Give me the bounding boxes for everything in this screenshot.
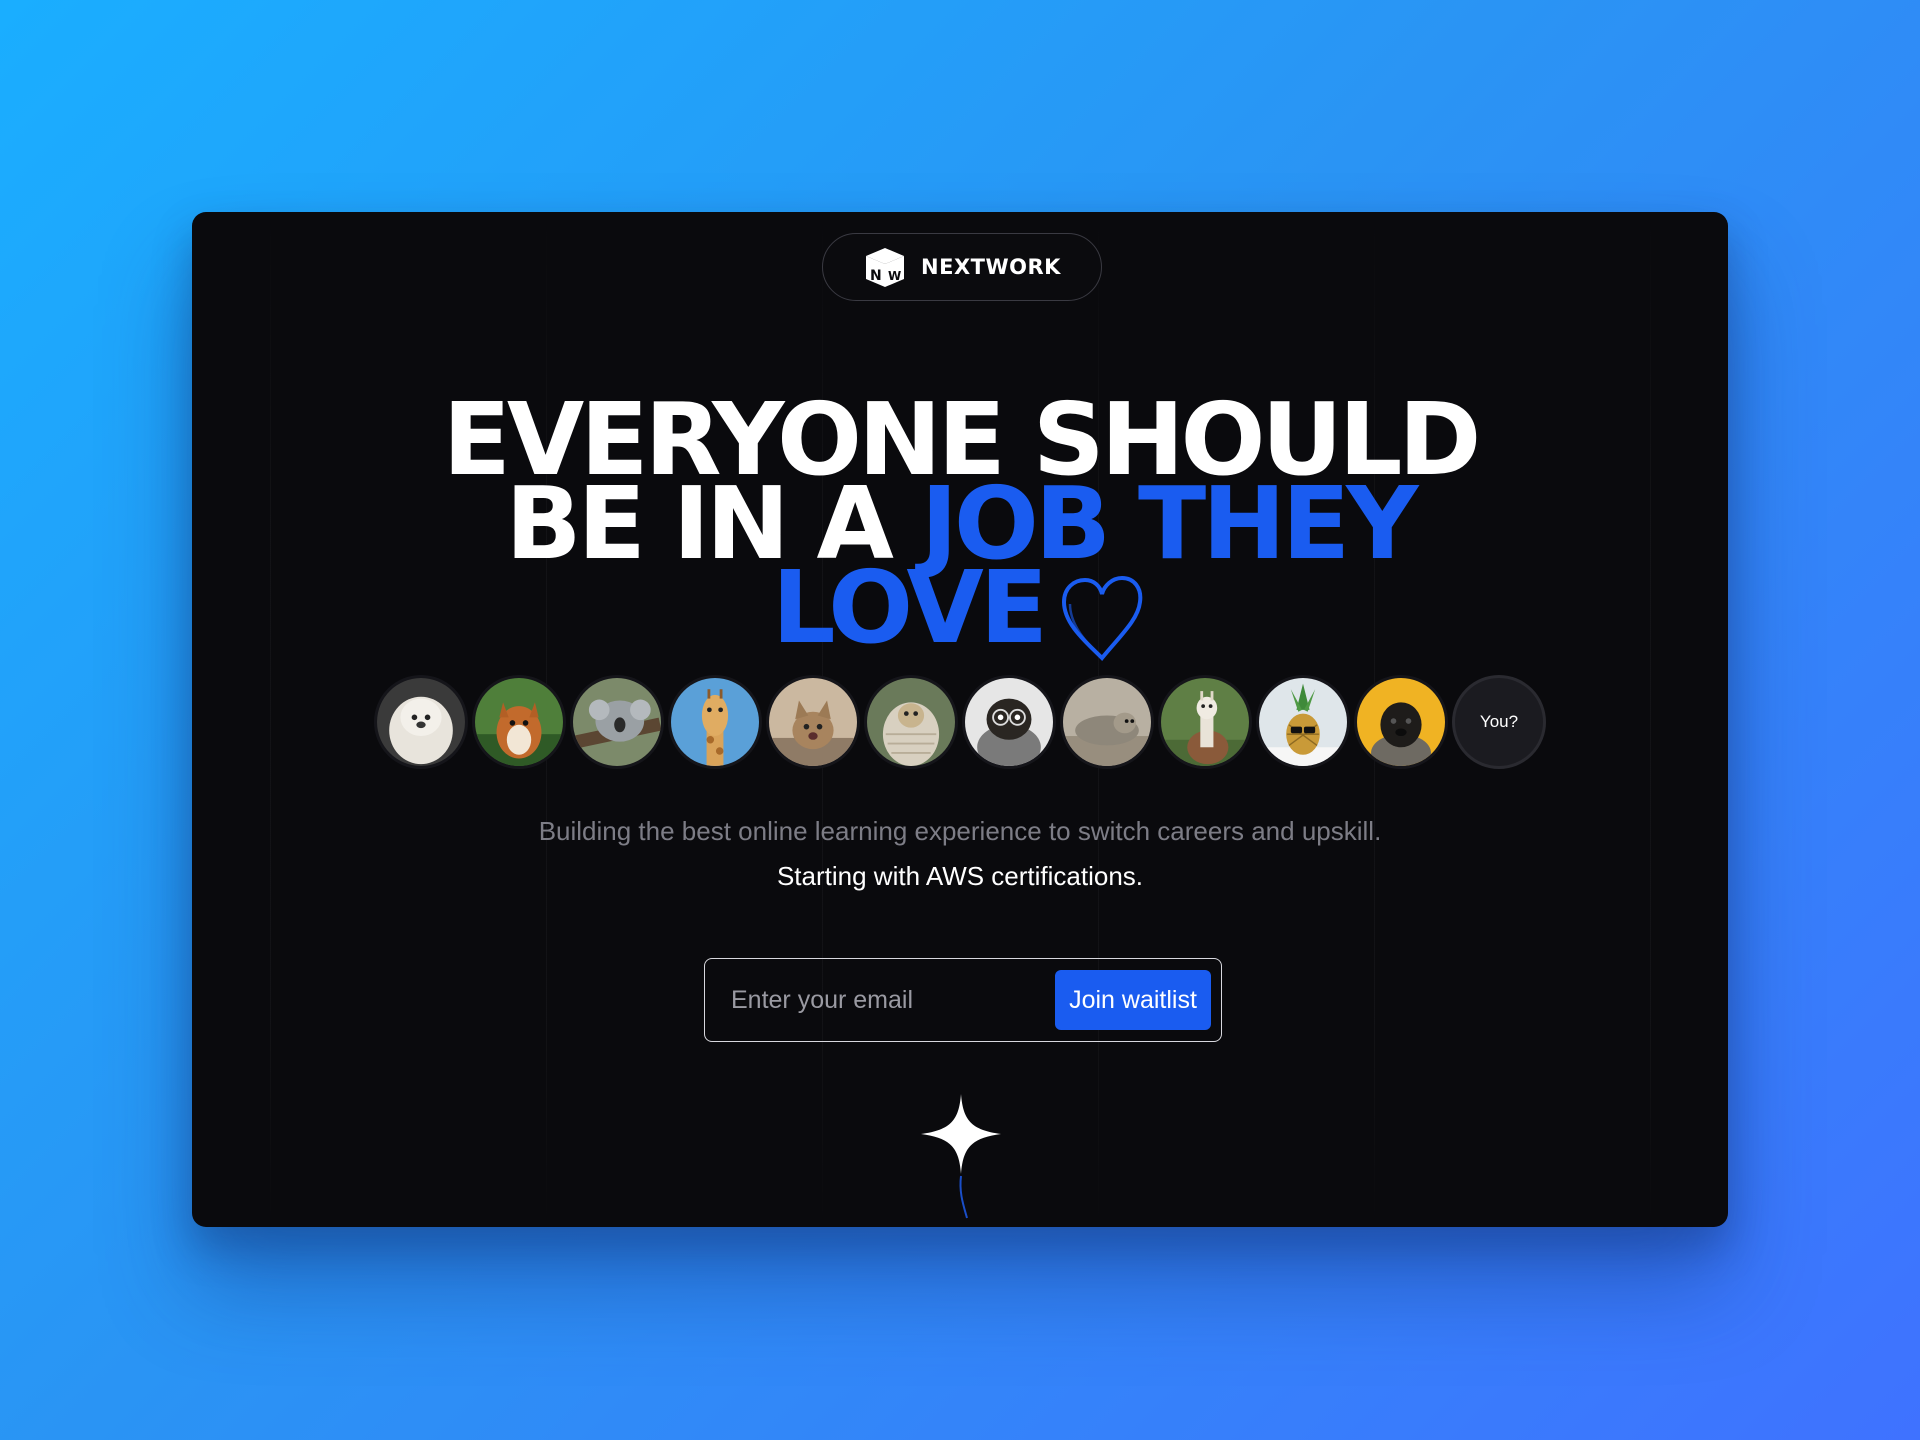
avatar-squirrel bbox=[472, 675, 566, 769]
headline-line-3: LOVE bbox=[192, 558, 1728, 664]
avatar-koala bbox=[570, 675, 664, 769]
email-input[interactable] bbox=[729, 984, 1055, 1016]
landing-page-window: N W NEXTWORK EVERYONE SHOULD BE IN A JOB… bbox=[192, 212, 1728, 1227]
heart-outline-icon bbox=[1062, 575, 1143, 661]
avatar-row: You? bbox=[192, 675, 1728, 769]
svg-text:W: W bbox=[888, 269, 901, 283]
join-waitlist-button[interactable]: Join waitlist bbox=[1055, 970, 1211, 1030]
avatar-seal bbox=[1060, 675, 1154, 769]
avatar-alpaca bbox=[1158, 675, 1252, 769]
hero-headline: EVERYONE SHOULD BE IN A JOB THEY LOVE bbox=[192, 390, 1728, 664]
avatar-black-pug bbox=[1354, 675, 1448, 769]
avatar-kitten bbox=[766, 675, 860, 769]
avatar-fluffy-dog bbox=[374, 675, 468, 769]
avatar-pug-blanket bbox=[864, 675, 958, 769]
avatar-giraffe bbox=[668, 675, 762, 769]
subtitle-line-1: Building the best online learning experi… bbox=[538, 816, 1382, 846]
nextwork-cube-logo-icon: N W bbox=[866, 248, 905, 287]
brand-name: NEXTWORK bbox=[921, 255, 1061, 279]
avatar-you-placeholder: You? bbox=[1452, 675, 1546, 769]
avatar-pineapple bbox=[1256, 675, 1350, 769]
svg-text:N: N bbox=[870, 268, 882, 284]
waitlist-form: Join waitlist bbox=[704, 958, 1222, 1042]
brand-pill[interactable]: N W NEXTWORK bbox=[822, 233, 1102, 301]
subtitle-line-2: Starting with AWS certifications. bbox=[776, 861, 1144, 891]
headline-line-3-accent: LOVE bbox=[771, 549, 1048, 666]
avatar-pug-glasses bbox=[962, 675, 1056, 769]
sparkle-icon bbox=[921, 1094, 1001, 1219]
